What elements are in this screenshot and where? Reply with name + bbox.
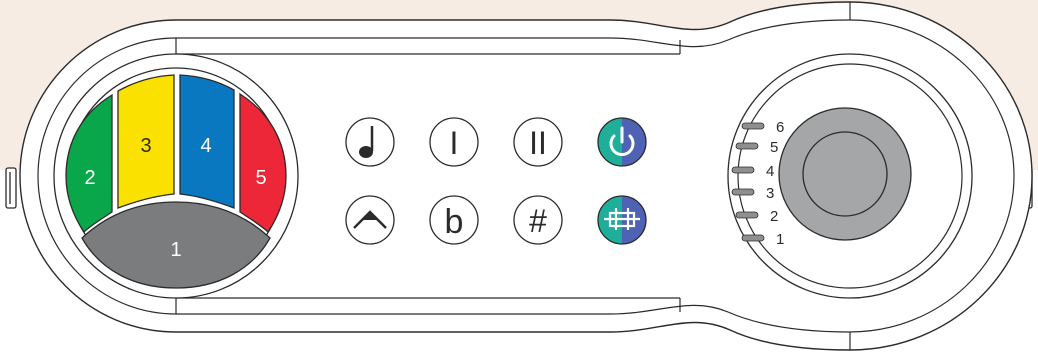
- level-3-led: [731, 188, 755, 196]
- level-5-led: [735, 142, 759, 150]
- sharp-label: #: [529, 203, 547, 239]
- volume-knob-cap[interactable]: [802, 131, 888, 217]
- level-1-led: [741, 234, 765, 242]
- level-6-label: 6: [776, 119, 784, 136]
- chord-II-label: II: [529, 125, 547, 161]
- flat-label: b: [445, 203, 464, 241]
- level-2-led: [735, 211, 759, 219]
- level-5-label: 5: [770, 139, 778, 156]
- chord-I-button[interactable]: I: [429, 117, 479, 167]
- chord-I-label: I: [450, 125, 459, 161]
- chord-II-button[interactable]: II: [513, 117, 563, 167]
- left-connector: [5, 167, 17, 209]
- caret-button[interactable]: [345, 195, 395, 245]
- fret-connect-button[interactable]: [597, 195, 647, 245]
- level-4-label: 4: [766, 163, 774, 180]
- controller-device: 2 3 4 5 1 I II b # 6 5 4 3 2 1: [0, 0, 1038, 352]
- power-button[interactable]: [597, 117, 647, 167]
- sharp-button[interactable]: #: [513, 195, 563, 245]
- fret-2-label: 2: [84, 167, 95, 189]
- fret-4-label: 4: [200, 135, 211, 157]
- level-4-led: [731, 166, 755, 174]
- flat-button[interactable]: b: [429, 195, 479, 245]
- level-6-led: [741, 122, 765, 130]
- level-3-label: 3: [766, 185, 774, 202]
- fret-pad: 2 3 4 5 1: [53, 53, 299, 299]
- fret-1-label: 1: [170, 239, 181, 261]
- level-1-label: 1: [776, 231, 784, 248]
- level-2-label: 2: [770, 208, 778, 225]
- fret-3-label: 3: [140, 135, 151, 157]
- fret-5-label: 5: [255, 167, 266, 189]
- volume-dial: [727, 53, 973, 299]
- quarter-note-button[interactable]: [345, 117, 395, 167]
